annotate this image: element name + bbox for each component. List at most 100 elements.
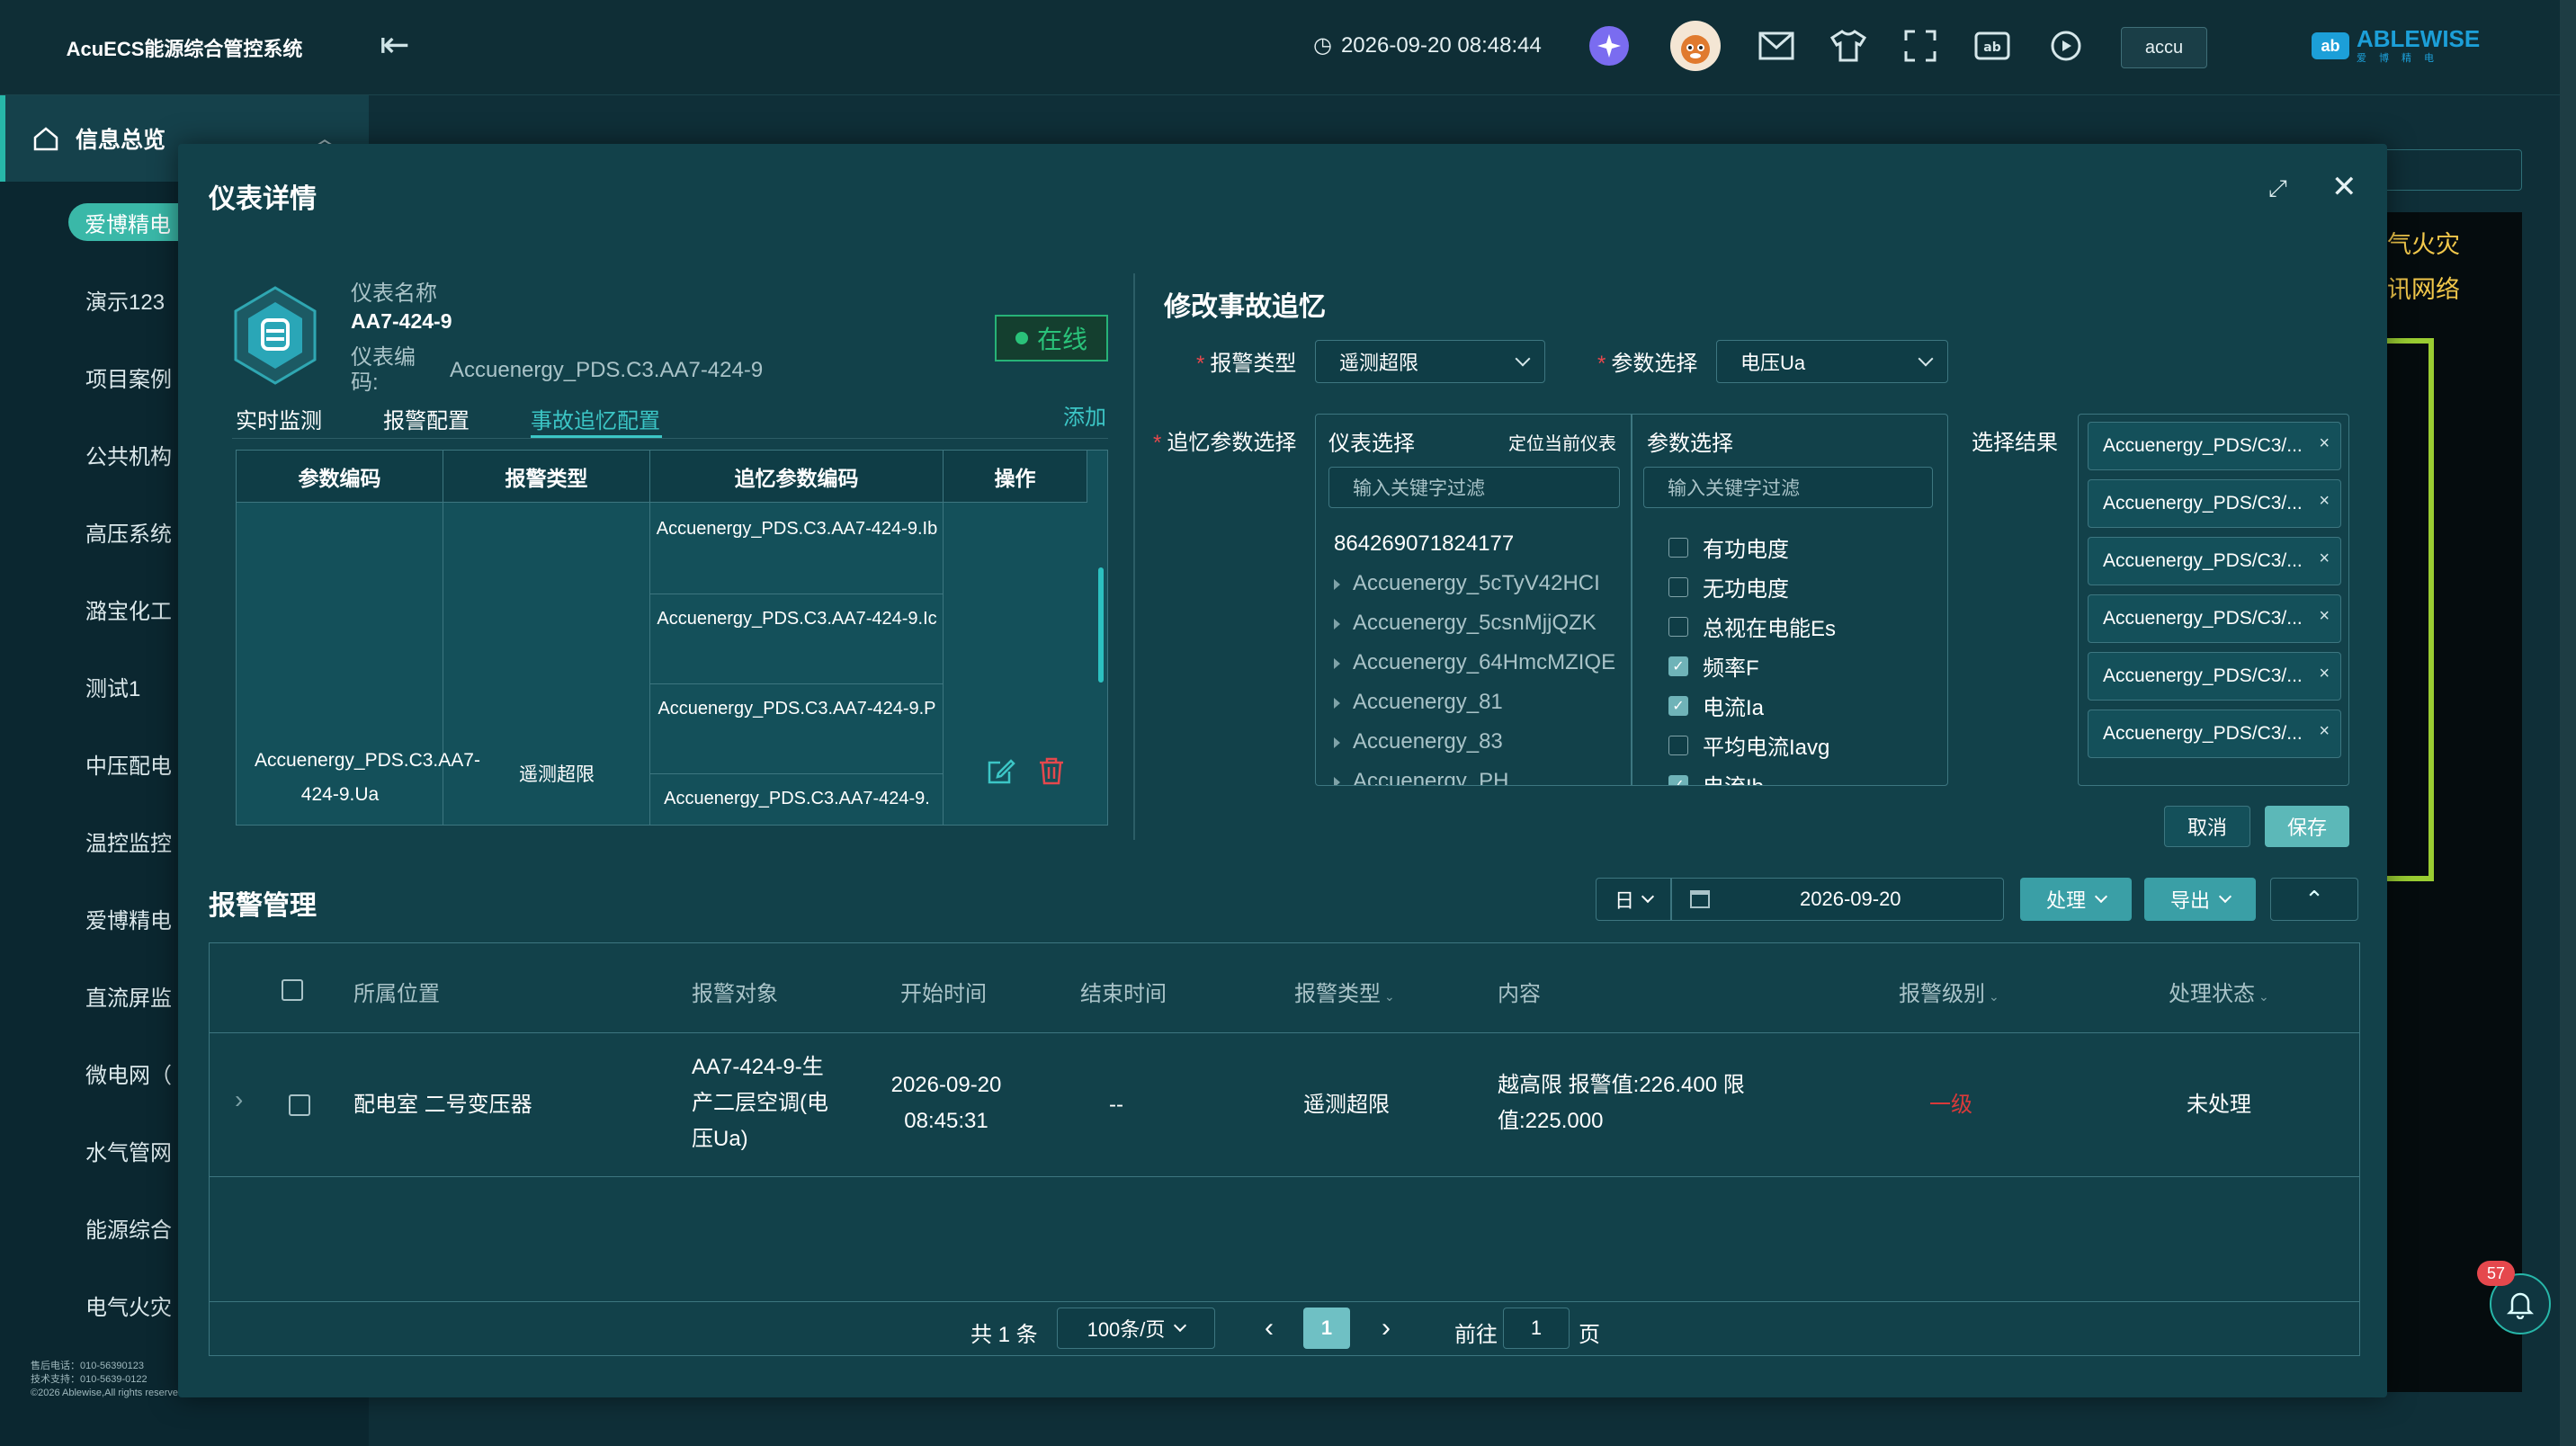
page-size-select[interactable]: 100条/页 bbox=[1057, 1308, 1215, 1349]
collapse-menu-icon[interactable]: ⇤ bbox=[380, 27, 419, 67]
level-cell: 一级 bbox=[1929, 1093, 1972, 1117]
meter-tree-item[interactable]: Accuenergy_83 bbox=[1334, 729, 1503, 754]
close-icon[interactable]: ✕ bbox=[2331, 169, 2357, 205]
tab-alarm-config[interactable]: 报警配置 bbox=[383, 403, 470, 434]
goto-page-input[interactable]: 1 bbox=[1503, 1308, 1570, 1349]
refresh-icon[interactable] bbox=[2042, 22, 2090, 70]
remove-icon[interactable]: × bbox=[2319, 606, 2330, 627]
page-scrollbar[interactable] bbox=[2560, 0, 2576, 1446]
param-checkbox-item[interactable]: 有功电度 bbox=[1668, 531, 1789, 563]
meter-tree-item[interactable]: Accuenergy_5cTyV42HCI bbox=[1334, 571, 1600, 596]
start-time-cell: 2026-09-20 08:45:31 bbox=[890, 1073, 1002, 1133]
add-link[interactable]: 添加 bbox=[1063, 399, 1106, 431]
checkbox[interactable] bbox=[1668, 537, 1688, 558]
remove-icon[interactable]: × bbox=[2319, 491, 2330, 512]
meter-tree-item[interactable]: Accuenergy_64HmcMZIQE bbox=[1334, 650, 1615, 675]
save-button[interactable]: 保存 bbox=[2265, 806, 2349, 847]
date-picker[interactable]: 2026-09-20 bbox=[1671, 878, 2004, 921]
mail-icon[interactable] bbox=[1752, 22, 1801, 70]
collapse-up-icon[interactable]: ⌃ bbox=[2270, 878, 2358, 921]
handle-button[interactable]: 处理 bbox=[2020, 878, 2132, 921]
tab-realtime[interactable]: 实时监测 bbox=[236, 403, 322, 434]
cancel-button[interactable]: 取消 bbox=[2164, 806, 2250, 847]
fullscreen-icon[interactable] bbox=[1896, 22, 1945, 70]
edit-recall-title: 修改事故追忆 bbox=[1164, 292, 1326, 322]
meter-tree-item[interactable]: 864269071824177 bbox=[1334, 531, 1514, 557]
param-checkbox-item[interactable]: 无功电度 bbox=[1668, 571, 1789, 602]
background-text: 讯网络 bbox=[2387, 276, 2460, 303]
current-page[interactable]: 1 bbox=[1303, 1308, 1350, 1349]
remove-icon[interactable]: × bbox=[2319, 664, 2330, 684]
sort-icon[interactable]: ⌄ bbox=[2258, 989, 2269, 1004]
sidebar-item[interactable]: 演示123 bbox=[85, 284, 165, 316]
meter-tree-item[interactable]: Accuenergy_5csnMjjQZK bbox=[1334, 611, 1597, 636]
table-row[interactable]: › 配电室 二号变压器 AA7-424-9-生产二层空调(电压Ua) 2026-… bbox=[210, 1033, 2359, 1177]
alarm-type-label-text: 报警类型 bbox=[1210, 352, 1297, 376]
sidebar-item[interactable]: 温控监控 bbox=[85, 826, 172, 857]
delete-icon[interactable] bbox=[1036, 755, 1067, 786]
expand-row-icon[interactable]: › bbox=[235, 1085, 243, 1114]
next-page-icon[interactable]: › bbox=[1368, 1308, 1404, 1349]
param-filter-input[interactable]: 输入关键字过滤 bbox=[1643, 467, 1933, 508]
param-checkbox-item[interactable]: 平均电流Iavg bbox=[1668, 729, 1829, 761]
sidebar-item[interactable]: 能源综合 bbox=[85, 1212, 172, 1244]
checkbox-checked[interactable]: ✓ bbox=[1668, 695, 1688, 716]
tab-recall-config[interactable]: 事故追忆配置 bbox=[531, 403, 660, 434]
sidebar-item[interactable]: 项目案例 bbox=[85, 362, 172, 393]
alarm-type-select[interactable]: 遥测超限 bbox=[1315, 340, 1545, 383]
sidebar-item[interactable]: 电气火灾 bbox=[85, 1290, 172, 1321]
select-all-checkbox[interactable] bbox=[282, 979, 303, 1001]
checkbox[interactable] bbox=[1668, 576, 1688, 597]
meter-name-label: 仪表名称 bbox=[351, 281, 437, 306]
remove-icon[interactable]: × bbox=[2319, 549, 2330, 569]
user-menu-button[interactable]: accu bbox=[2121, 27, 2207, 68]
meter-tree-item[interactable]: Accuenergy_PH bbox=[1334, 769, 1508, 785]
avatar[interactable] bbox=[1669, 20, 1722, 72]
meter-tree-label: Accuenergy_5csnMjjQZK bbox=[1353, 611, 1597, 635]
param-label: * 参数选择 bbox=[1597, 352, 1698, 376]
column-header-sortable[interactable]: 处理状态 ⌄ bbox=[2169, 976, 2269, 1007]
param-checkbox-item[interactable]: 总视在电能Es bbox=[1668, 611, 1836, 642]
sidebar-item[interactable]: 直流屏监 bbox=[85, 980, 172, 1012]
table-scrollbar[interactable] bbox=[1098, 567, 1104, 683]
end-time-cell: -- bbox=[1109, 1093, 1123, 1117]
sidebar-item[interactable]: 潞宝化工 bbox=[85, 594, 172, 625]
checkbox-checked[interactable]: ✓ bbox=[1668, 774, 1688, 785]
sort-icon[interactable]: ⌄ bbox=[1384, 989, 1395, 1004]
sidebar-item[interactable]: 微电网（ bbox=[85, 1058, 172, 1089]
remove-icon[interactable]: × bbox=[2319, 721, 2330, 742]
param-checkbox-item[interactable]: ✓ 电流Ib bbox=[1668, 769, 1764, 785]
result-label: 选择结果 bbox=[1972, 431, 2058, 455]
ai-assistant-icon[interactable] bbox=[1585, 22, 1633, 70]
sidebar-item[interactable]: 高压系统 bbox=[85, 516, 172, 548]
sidebar-item[interactable]: 公共机构 bbox=[85, 439, 172, 470]
checkbox-checked[interactable]: ✓ bbox=[1668, 656, 1688, 676]
logo-badge-icon[interactable]: ab bbox=[1968, 22, 2017, 70]
checkbox[interactable] bbox=[1668, 735, 1688, 755]
sidebar-item[interactable]: 中压配电 bbox=[85, 748, 172, 780]
checkbox[interactable] bbox=[1668, 616, 1688, 637]
param-checkbox-item[interactable]: ✓ 频率F bbox=[1668, 650, 1759, 682]
locate-current-meter-button[interactable]: 定位当前仪表 bbox=[1508, 429, 1616, 455]
column-header-sortable[interactable]: 报警级别 ⌄ bbox=[1899, 976, 1999, 1007]
sidebar-item[interactable]: 水气管网 bbox=[85, 1135, 172, 1166]
param-checkbox-item[interactable]: ✓ 电流Ia bbox=[1668, 690, 1764, 721]
maximize-icon[interactable]: ⤢ bbox=[2268, 174, 2287, 203]
page-size-value: 100条/页 bbox=[1087, 1318, 1166, 1341]
param-select[interactable]: 电压Ua bbox=[1716, 340, 1948, 383]
row-checkbox[interactable] bbox=[289, 1094, 310, 1116]
alarm-table: 所属位置 报警对象 开始时间 结束时间 报警类型 ⌄ 内容 报警级别 ⌄ 处理状态 ⌄… bbox=[209, 942, 2360, 1356]
background-select[interactable] bbox=[2375, 149, 2522, 191]
sort-icon[interactable]: ⌄ bbox=[1989, 989, 1999, 1004]
export-button[interactable]: 导出 bbox=[2144, 878, 2256, 921]
remove-icon[interactable]: × bbox=[2319, 433, 2330, 454]
shirt-icon[interactable] bbox=[1824, 22, 1873, 70]
meter-filter-input[interactable]: 输入关键字过滤 bbox=[1328, 467, 1620, 508]
sidebar-item[interactable]: 测试1 bbox=[85, 671, 140, 702]
meter-tree-item[interactable]: Accuenergy_81 bbox=[1334, 690, 1503, 715]
sidebar-item[interactable]: 爱博精电 bbox=[85, 903, 172, 934]
prev-page-icon[interactable]: ‹ bbox=[1251, 1308, 1287, 1349]
column-header-sortable[interactable]: 报警类型 ⌄ bbox=[1294, 976, 1395, 1007]
edit-icon[interactable] bbox=[986, 755, 1016, 786]
period-select[interactable]: 日 bbox=[1596, 878, 1671, 921]
